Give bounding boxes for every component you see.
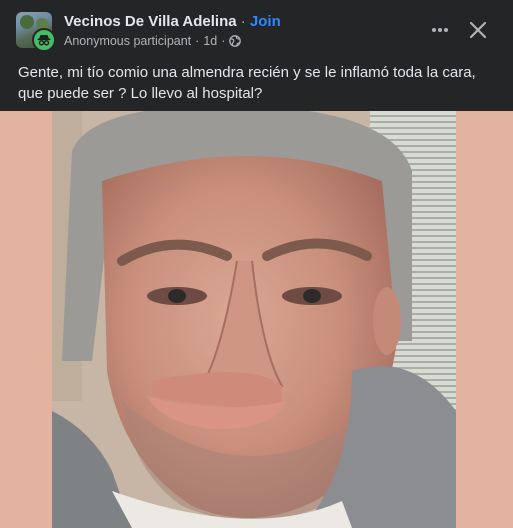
join-group-link[interactable]: Join — [250, 13, 281, 30]
more-options-icon — [438, 28, 442, 32]
more-options-icon — [432, 28, 436, 32]
more-options-icon — [444, 28, 448, 32]
group-name-link[interactable]: Vecinos De Villa Adelina — [64, 13, 237, 30]
post-timestamp[interactable]: 1d — [203, 34, 217, 48]
post-photo[interactable] — [52, 111, 456, 528]
feed-post: Vecinos De Villa Adelina · Join Anonymou… — [0, 0, 513, 528]
avatar-tree-shape — [20, 15, 34, 29]
post-meta: Anonymous participant · 1d · — [64, 34, 242, 48]
close-icon — [469, 21, 487, 39]
post-photo-container[interactable] — [0, 111, 513, 528]
title-separator: · — [240, 13, 246, 30]
more-options-button[interactable] — [426, 16, 454, 44]
author-name: Anonymous participant — [64, 34, 192, 48]
globe-icon — [229, 35, 242, 47]
meta-separator: · — [221, 34, 226, 48]
post-body-text: Gente, mi tío comio una almendra recién … — [18, 64, 476, 102]
photo-image — [52, 111, 456, 528]
group-title-line: Vecinos De Villa Adelina · Join — [64, 13, 281, 30]
meta-separator: · — [195, 34, 200, 48]
post-header: Vecinos De Villa Adelina · Join Anonymou… — [16, 12, 497, 52]
close-button[interactable] — [464, 16, 492, 44]
anonymous-avatar-icon — [32, 28, 56, 52]
